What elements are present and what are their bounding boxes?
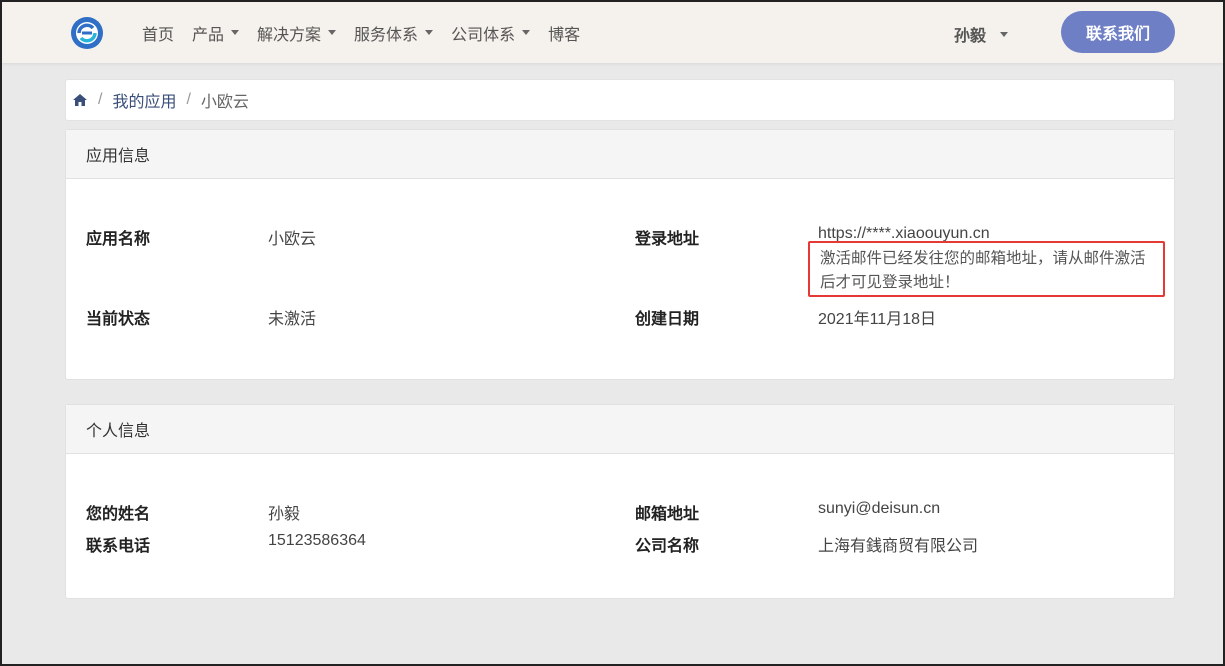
app-name-value: 小欧云 (268, 231, 317, 248)
status-value: 未激活 (268, 311, 317, 328)
activation-notice-text: 激活邮件已经发往您的邮箱地址，请从邮件激活后才可见登录地址！ (820, 250, 1146, 291)
nav-item-label: 服务体系 (354, 26, 419, 44)
caret-down-icon (522, 30, 531, 35)
personal-info-header: 个人信息 (66, 405, 1174, 454)
main-nav: 首页 产品 解决方案 服务体系 公司体系 博客 (142, 2, 598, 63)
email-label: 邮箱地址 (635, 506, 700, 523)
created-date-value: 2021年11月18日 (818, 311, 937, 328)
nav-item-company[interactable]: 公司体系 (451, 21, 531, 45)
activation-notice: 激活邮件已经发往您的邮箱地址，请从邮件激活后才可见登录地址！ (808, 241, 1165, 297)
breadcrumb: / 我的应用 / 小欧云 (65, 79, 1175, 121)
caret-down-icon (328, 30, 337, 35)
contact-us-button[interactable]: 联系我们 (1061, 11, 1175, 53)
personal-info-card: 个人信息 您的姓名 孙毅 联系电话 15123586364 邮箱地址 sunyi… (65, 404, 1175, 599)
app-info-header: 应用信息 (66, 130, 1174, 179)
nav-item-solutions[interactable]: 解决方案 (257, 21, 337, 45)
app-name-label: 应用名称 (86, 231, 151, 248)
user-name-label: 您的姓名 (86, 506, 151, 523)
nav-item-label: 公司体系 (451, 26, 516, 44)
nav-item-label: 解决方案 (257, 26, 322, 44)
nav-item-services[interactable]: 服务体系 (354, 21, 434, 45)
breadcrumb-my-apps-link[interactable]: 我的应用 (112, 88, 176, 112)
breadcrumb-separator: / (186, 91, 191, 108)
status-label: 当前状态 (86, 311, 151, 328)
created-date-label: 创建日期 (635, 311, 700, 328)
nav-item-home[interactable]: 首页 (142, 21, 174, 45)
nav-item-label: 首页 (142, 26, 175, 44)
login-url-label: 登录地址 (635, 231, 700, 248)
caret-down-icon (1000, 31, 1009, 37)
user-name-value: 孙毅 (268, 506, 301, 523)
company-value: 上海有銭商贸有限公司 (818, 538, 979, 555)
nav-item-label: 博客 (548, 26, 581, 44)
caret-down-icon (231, 30, 240, 35)
breadcrumb-separator: / (98, 91, 103, 108)
app-info-card: 应用信息 应用名称 小欧云 当前状态 未激活 登录地址 https://****… (65, 129, 1175, 380)
user-name: 孙毅 (954, 28, 987, 45)
company-label: 公司名称 (635, 538, 700, 555)
nav-item-blog[interactable]: 博客 (548, 21, 580, 45)
user-menu[interactable]: 孙毅 (954, 22, 1009, 46)
phone-label: 联系电话 (86, 538, 151, 555)
caret-down-icon (425, 30, 434, 35)
nav-item-label: 产品 (192, 26, 225, 44)
top-navbar: 首页 产品 解决方案 服务体系 公司体系 博客 孙毅 联系我们 (2, 2, 1223, 63)
nav-item-products[interactable]: 产品 (192, 21, 240, 45)
home-icon[interactable] (72, 93, 88, 107)
email-value: sunyi@deisun.cn (818, 500, 941, 517)
company-logo-icon[interactable] (70, 16, 104, 50)
breadcrumb-current: 小欧云 (200, 94, 249, 111)
phone-value: 15123586364 (268, 532, 366, 549)
